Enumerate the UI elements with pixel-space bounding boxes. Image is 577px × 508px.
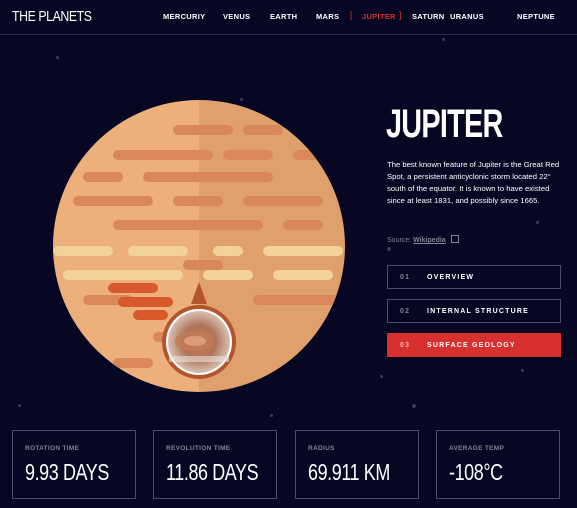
nav-item-mercury[interactable]: MERCURIY <box>163 12 205 21</box>
tab-label: INTERNAL STRUCTURE <box>427 308 529 315</box>
tab-number: 01 <box>400 274 411 281</box>
source-link-wikipedia[interactable]: Wikipedia <box>413 237 446 244</box>
nav-item-mars[interactable]: MARS <box>316 12 339 21</box>
stat-label: ROTATION TIME <box>25 445 80 452</box>
tab-label: SURFACE GEOLOGY <box>427 342 516 349</box>
top-navigation-bar: THE PLANETS MERCURIY VENUS EARTH MARS [ … <box>0 0 577 35</box>
source-line: Source: Wikipedia <box>387 235 459 244</box>
stat-rotation-time: ROTATION TIME 9.93 DAYS <box>12 430 136 499</box>
nav-item-jupiter[interactable]: JUPITER <box>362 12 396 21</box>
stat-value: 9.93 DAYS <box>25 459 109 485</box>
stat-value: 69.911 KM <box>308 459 390 485</box>
nav-item-uranus[interactable]: URANUS <box>450 12 484 21</box>
stat-revolution-time: REVOLUTION TIME 11.86 DAYS <box>153 430 277 499</box>
great-red-spot-closeup <box>162 305 236 379</box>
active-bracket-right: ] <box>399 10 402 20</box>
planet-description: The best known feature of Jupiter is the… <box>387 160 560 205</box>
nav-item-neptune[interactable]: NEPTUNE <box>517 12 555 21</box>
stat-value: -108°C <box>449 459 503 485</box>
nav-item-venus[interactable]: VENUS <box>223 12 250 21</box>
stat-radius: RADIUS 69.911 KM <box>295 430 419 499</box>
tab-surface-geology[interactable]: 03 SURFACE GEOLOGY <box>387 333 561 357</box>
nav-item-saturn[interactable]: SATURN <box>412 12 445 21</box>
nav-item-earth[interactable]: EARTH <box>270 12 297 21</box>
planet-title: JUPITER <box>386 102 503 146</box>
stat-label: RADIUS <box>308 445 335 452</box>
stat-label: REVOLUTION TIME <box>166 445 231 452</box>
site-logo[interactable]: THE PLANETS <box>12 8 92 25</box>
tab-overview[interactable]: 01 OVERVIEW <box>387 265 561 289</box>
stat-average-temp: AVERAGE TEMP -108°C <box>436 430 560 499</box>
tab-internal-structure[interactable]: 02 INTERNAL STRUCTURE <box>387 299 561 323</box>
active-bracket-left: [ <box>350 10 353 20</box>
stat-label: AVERAGE TEMP <box>449 445 505 452</box>
stat-value: 11.86 DAYS <box>166 459 259 485</box>
tab-number: 03 <box>400 342 411 349</box>
tab-label: OVERVIEW <box>427 274 475 281</box>
external-link-icon[interactable] <box>450 235 459 243</box>
tab-number: 02 <box>400 308 411 315</box>
source-label: Source: <box>387 237 412 244</box>
